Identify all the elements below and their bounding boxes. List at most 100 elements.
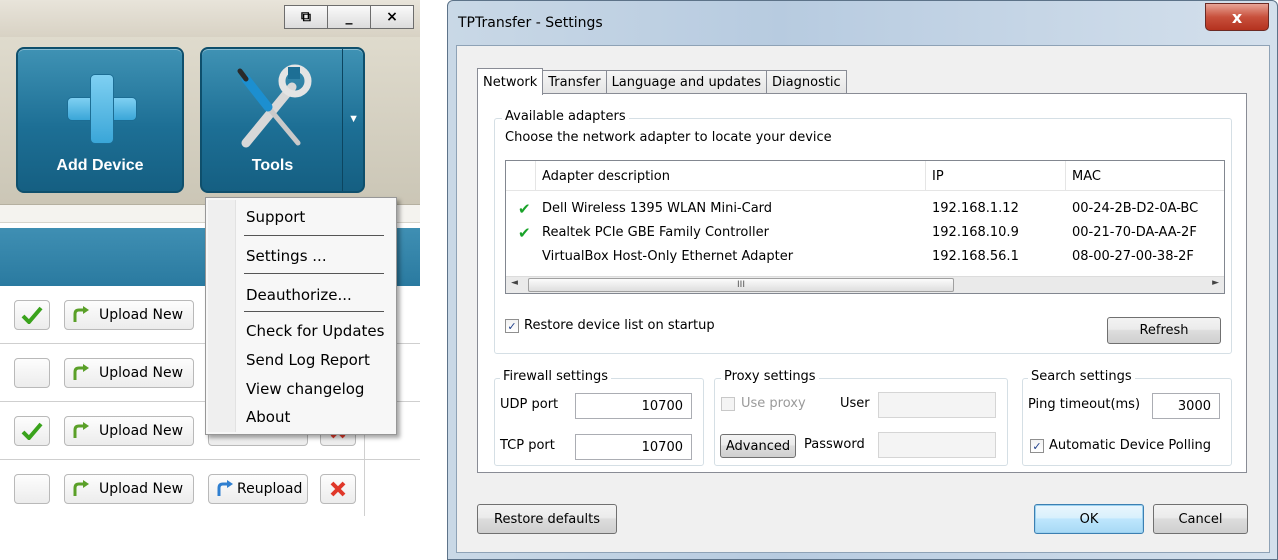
tab-network[interactable]: Network xyxy=(477,68,544,95)
adapter-row[interactable]: ✔ Realtek PCIe GBE Family Controller 192… xyxy=(506,221,1224,245)
cancel-button[interactable]: Cancel xyxy=(1153,504,1248,534)
tcp-port-label: TCP port xyxy=(500,438,555,453)
menu-separator xyxy=(244,273,384,274)
row-check-box[interactable] xyxy=(14,300,50,330)
delete-button[interactable] xyxy=(320,474,356,504)
adapter-description: Dell Wireless 1395 WLAN Mini-Card xyxy=(542,201,773,216)
adapter-row[interactable]: ✔ Dell Wireless 1395 WLAN Mini-Card 192.… xyxy=(506,197,1224,221)
proxy-group-title: Proxy settings xyxy=(721,369,819,384)
udp-port-field[interactable]: 10700 xyxy=(575,393,692,419)
tab-diagnostic[interactable]: Diagnostic xyxy=(766,70,847,94)
upload-new-button[interactable]: Upload New xyxy=(64,358,194,388)
wrench-screwdriver-icon xyxy=(237,64,312,148)
scroll-left-icon[interactable]: ◄ xyxy=(511,278,518,288)
check-column-header[interactable] xyxy=(506,161,536,191)
menu-separator xyxy=(244,235,384,236)
restore-list-checkbox[interactable]: ✓ xyxy=(505,319,519,333)
settings-tabs: Network Transfer Language and updates Di… xyxy=(477,68,847,95)
tools-dropdown-menu: Support Settings ... Deauthorize... Chec… xyxy=(205,197,397,435)
upload-new-button[interactable]: Upload New xyxy=(64,474,194,504)
dialog-title: TPTransfer - Settings xyxy=(458,15,603,31)
tools-split-divider xyxy=(342,49,343,191)
green-check-icon xyxy=(21,422,43,440)
dropdown-arrow-icon[interactable]: ▼ xyxy=(348,113,359,125)
window-controls: ⧉ _ × xyxy=(284,5,414,29)
add-device-button[interactable]: Add Device xyxy=(16,47,184,193)
menu-item-deauthorize[interactable]: Deauthorize... xyxy=(246,286,352,304)
user-label: User xyxy=(840,396,870,411)
menu-item-support[interactable]: Support xyxy=(246,208,305,226)
refresh-button[interactable]: Refresh xyxy=(1107,317,1221,344)
use-proxy-label: Use proxy xyxy=(741,396,806,411)
menu-item-about[interactable]: About xyxy=(246,408,290,426)
upload-new-button[interactable]: Upload New xyxy=(64,300,194,330)
adapter-description: Realtek PCIe GBE Family Controller xyxy=(542,225,769,240)
menu-item-settings[interactable]: Settings ... xyxy=(246,247,327,265)
restore-defaults-button[interactable]: Restore defaults xyxy=(477,504,617,534)
proxy-password-field[interactable] xyxy=(878,432,996,458)
search-group-title: Search settings xyxy=(1028,369,1135,384)
tab-transfer[interactable]: Transfer xyxy=(542,70,607,94)
row-check-box[interactable] xyxy=(14,416,50,446)
adapter-description: VirtualBox Host-Only Ethernet Adapter xyxy=(542,249,794,264)
menu-icon-gutter xyxy=(208,200,236,432)
firewall-group-title: Firewall settings xyxy=(500,369,611,384)
horizontal-scrollbar[interactable]: ◄ III ► xyxy=(506,276,1224,293)
adapter-ip: 192.168.10.9 xyxy=(932,225,1019,240)
upload-new-button[interactable]: Upload New xyxy=(64,416,194,446)
app-titlebar: ⧉ _ × xyxy=(0,0,420,37)
dialog-client-area: Network Transfer Language and updates Di… xyxy=(456,45,1270,553)
reupload-button[interactable]: Reupload xyxy=(208,474,308,504)
add-device-label: Add Device xyxy=(56,157,144,174)
adapter-ip: 192.168.56.1 xyxy=(932,249,1019,264)
scrollbar-thumb[interactable]: III xyxy=(528,278,954,292)
ping-timeout-label: Ping timeout(ms) xyxy=(1028,397,1141,412)
main-toolbar: Add Device Tools ▼ xyxy=(0,37,420,205)
auto-polling-checkbox[interactable]: ✓ xyxy=(1030,439,1044,453)
ping-timeout-field[interactable]: 3000 xyxy=(1152,393,1220,419)
udp-port-label: UDP port xyxy=(500,397,559,412)
adapter-mac: 00-21-70-DA-AA-2F xyxy=(1072,225,1197,240)
tab-language-updates[interactable]: Language and updates xyxy=(605,70,768,94)
upload-new-label: Upload New xyxy=(99,423,184,439)
use-proxy-checkbox[interactable] xyxy=(721,397,735,411)
red-x-icon xyxy=(330,481,346,497)
proxy-user-field[interactable] xyxy=(878,392,996,418)
green-check-icon: ✔ xyxy=(518,200,531,218)
column-adapter-description[interactable]: Adapter description xyxy=(536,161,926,191)
green-check-icon xyxy=(21,306,43,324)
advanced-button[interactable]: Advanced xyxy=(720,434,796,458)
upload-new-label: Upload New xyxy=(99,307,184,323)
ok-button[interactable]: OK xyxy=(1034,504,1144,534)
reupload-label: Reupload xyxy=(237,481,303,497)
column-mac[interactable]: MAC xyxy=(1066,161,1224,191)
minimize-window-button[interactable]: _ xyxy=(327,5,371,29)
auto-polling-label: Automatic Device Polling xyxy=(1049,438,1212,453)
dialog-close-button[interactable]: x xyxy=(1205,3,1269,31)
upload-new-label: Upload New xyxy=(99,365,184,381)
row-check-box[interactable] xyxy=(14,358,50,388)
upload-new-label: Upload New xyxy=(99,481,184,497)
tcp-port-field[interactable]: 10700 xyxy=(575,434,692,460)
restore-window-button[interactable]: ⧉ xyxy=(284,5,328,29)
row-check-box[interactable] xyxy=(14,474,50,504)
green-check-icon: ✔ xyxy=(518,224,531,242)
menu-item-check-updates[interactable]: Check for Updates xyxy=(246,322,384,340)
tools-button[interactable]: Tools ▼ xyxy=(200,47,365,193)
menu-item-send-log[interactable]: Send Log Report xyxy=(246,351,370,369)
menu-item-view-changelog[interactable]: View changelog xyxy=(246,380,364,398)
adapters-description: Choose the network adapter to locate you… xyxy=(505,130,832,145)
upload-arrow-icon xyxy=(73,422,89,438)
network-tab-panel: Available adapters Choose the network ad… xyxy=(477,93,1247,473)
upload-arrow-icon xyxy=(73,364,89,380)
upload-arrow-icon xyxy=(73,306,89,322)
scroll-right-icon[interactable]: ► xyxy=(1212,278,1219,288)
adapters-list[interactable]: Adapter description IP MAC ✔ Dell Wirele… xyxy=(505,160,1225,294)
adapter-row[interactable]: VirtualBox Host-Only Ethernet Adapter 19… xyxy=(506,245,1224,269)
adapters-list-header: Adapter description IP MAC xyxy=(506,161,1224,191)
upload-arrow-icon xyxy=(73,480,89,496)
column-ip[interactable]: IP xyxy=(926,161,1066,191)
tools-label: Tools xyxy=(251,157,294,174)
close-window-button[interactable]: × xyxy=(370,5,414,29)
main-app-window: ⧉ _ × Add Device Tools ▼ Upload New Uplo… xyxy=(0,0,420,516)
